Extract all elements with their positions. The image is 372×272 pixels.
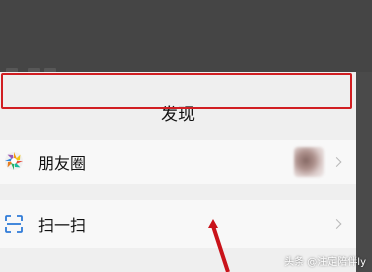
watermark-text: 头条 @注定陪伴ly bbox=[284, 257, 366, 268]
annotation-arrow bbox=[208, 219, 230, 272]
